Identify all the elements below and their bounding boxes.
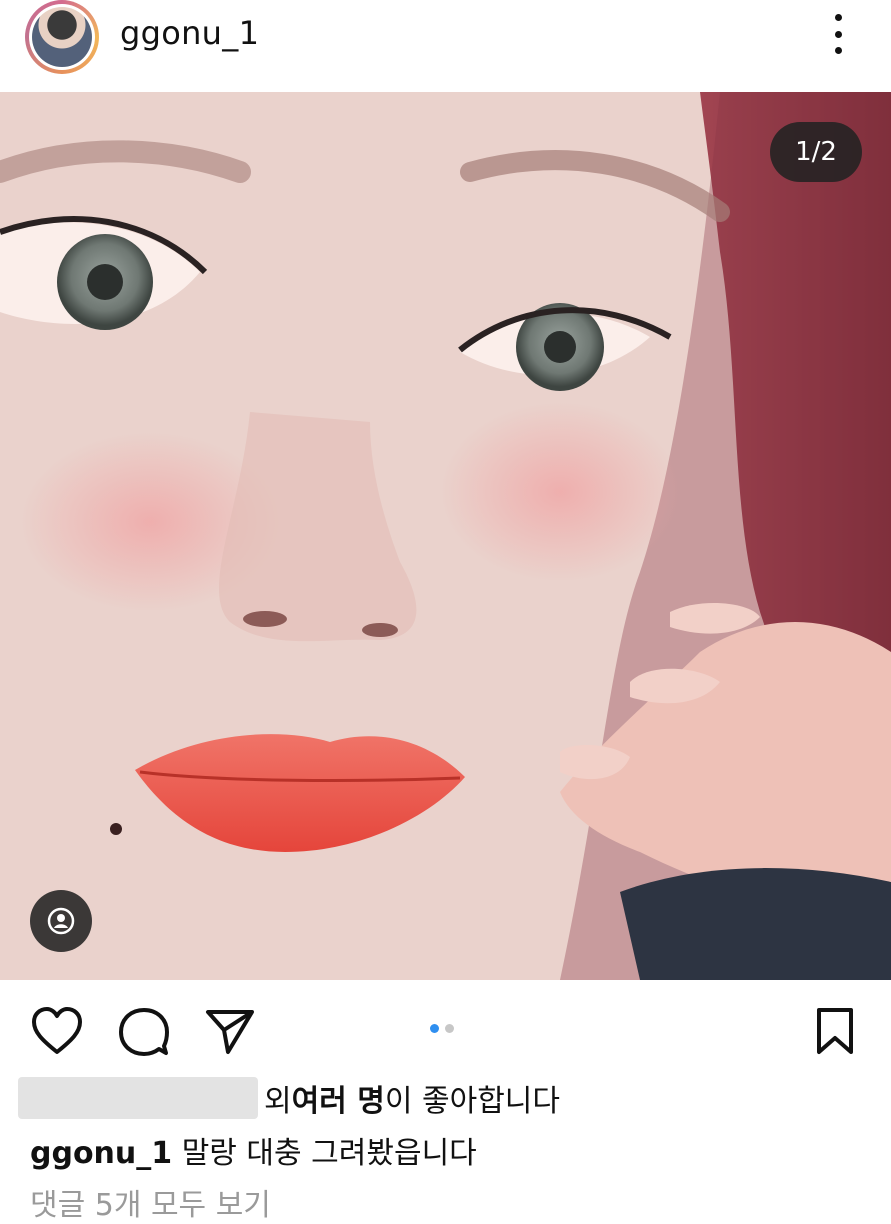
bookmark-icon[interactable]: [814, 1006, 856, 1056]
caption-text: 말랑 대충 그려봤읍니다: [172, 1136, 477, 1171]
post-caption: ggonu_1 말랑 대충 그려봤읍니다: [30, 1128, 477, 1172]
carousel-indicator: [430, 1024, 454, 1033]
heart-icon[interactable]: [30, 1006, 84, 1056]
post-header: ggonu_1: [0, 0, 891, 92]
view-comments-link[interactable]: 댓글 5개 모두 보기: [30, 1180, 271, 1224]
user-tag-icon[interactable]: [30, 890, 92, 952]
avatar-image: [32, 7, 92, 67]
image-counter: 1/2: [770, 122, 862, 182]
post-username[interactable]: ggonu_1: [120, 14, 259, 52]
likes-others: 여러 명: [291, 1084, 385, 1119]
comment-icon[interactable]: [118, 1006, 170, 1058]
likes-suffix: 이 좋아합니다: [384, 1084, 560, 1119]
post-image[interactable]: 1/2: [0, 92, 891, 980]
likes-prefix: 외: [264, 1084, 292, 1119]
likes-summary[interactable]: 외 여러 명 이 좋아합니다: [18, 1074, 560, 1122]
portrait-illustration: [0, 92, 891, 980]
carousel-dot: [445, 1024, 454, 1033]
story-avatar[interactable]: [25, 0, 99, 74]
carousel-dot-active: [430, 1024, 439, 1033]
more-options-icon[interactable]: [826, 14, 850, 54]
share-icon[interactable]: [204, 1006, 256, 1056]
caption-username[interactable]: ggonu_1: [30, 1136, 172, 1171]
blurred-username: [18, 1077, 258, 1119]
